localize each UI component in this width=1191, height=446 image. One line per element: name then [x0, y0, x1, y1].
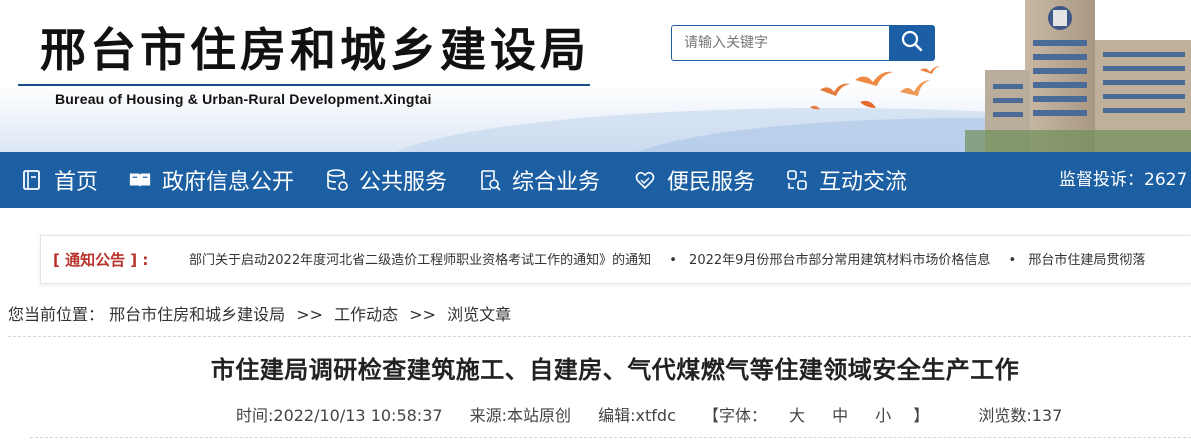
article-editor: 编辑:xtfdc	[598, 406, 676, 425]
font-size-control: 【字体： 大 中 小 】	[703, 406, 951, 425]
search-icon	[900, 29, 924, 57]
nav-label: 便民服务	[667, 170, 756, 195]
article-time: 时间:2022/10/13 10:58:37	[236, 406, 443, 425]
bullet-icon: •	[669, 253, 677, 268]
breadcrumb: 您当前位置： 邢台市住房和城乡建设局 >> 工作动态 >> 浏览文章	[8, 301, 511, 325]
notice-item-text: 2022年9月份邢台市部分常用建筑材料市场价格信息	[689, 253, 991, 268]
notice-marquee: 部门关于启动2022年度河北省二级造价工程师职业资格考试工作的通知》的通知 • …	[189, 236, 1159, 283]
search-button[interactable]	[889, 25, 935, 61]
building-illustration	[965, 0, 1191, 152]
notice-bar: [ 通知公告 ] : 部门关于启动2022年度河北省二级造价工程师职业资格考试工…	[40, 235, 1191, 284]
breadcrumb-link-news[interactable]: 工作动态	[334, 305, 398, 324]
nav-item-gov-info[interactable]: 政府信息公开	[128, 152, 294, 208]
nav-item-business[interactable]: 综合业务	[478, 152, 600, 208]
nav-label: 综合业务	[512, 170, 601, 195]
breadcrumb-link-home[interactable]: 邢台市住房和城乡建设局	[109, 305, 285, 324]
site-subtitle: Bureau of Housing & Urban-Rural Developm…	[55, 91, 432, 107]
complaint-hotline: 监督投诉：2627	[1059, 170, 1188, 190]
font-size-large-button[interactable]: 大	[789, 406, 805, 425]
title-underline	[18, 84, 590, 86]
article-source: 来源:本站原创	[469, 406, 572, 425]
font-size-suffix: 】	[913, 406, 930, 425]
nav-label: 首页	[54, 170, 99, 195]
divider	[8, 336, 1191, 337]
breadcrumb-current: 浏览文章	[447, 305, 512, 324]
notice-item-text: 邢台市住建局贯彻落	[1028, 253, 1146, 268]
font-size-small-button[interactable]: 小	[875, 406, 891, 425]
nav-label: 互动交流	[819, 170, 908, 195]
breadcrumb-prefix: 您当前位置：	[8, 305, 105, 324]
nav-label: 公共服务	[359, 170, 448, 195]
site-title[interactable]: 邢台市住房和城乡建设局	[40, 20, 590, 80]
notice-item[interactable]: 部门关于启动2022年度河北省二级造价工程师职业资格考试工作的通知》的通知	[189, 236, 652, 283]
breadcrumb-separator: >>	[409, 305, 437, 324]
nav-item-convenience[interactable]: 便民服务	[633, 152, 755, 208]
notice-item[interactable]: • 2022年9月份邢台市部分常用建筑材料市场价格信息	[669, 236, 991, 283]
notice-item[interactable]: • 邢台市住建局贯彻落	[1008, 236, 1146, 283]
divider	[30, 437, 1191, 438]
nav-item-public-service[interactable]: 公共服务	[325, 152, 447, 208]
nav-item-interaction[interactable]: 互动交流	[785, 152, 907, 208]
nav-item-home[interactable]: 首页	[20, 152, 98, 208]
search-input[interactable]	[672, 26, 890, 60]
font-size-prefix: 【字体：	[702, 406, 767, 425]
breadcrumb-separator: >>	[296, 305, 324, 324]
article-title: 市住建局调研检查建筑施工、自建房、气代煤燃气等住建领域安全生产工作	[210, 356, 1020, 384]
exchange-icon	[785, 168, 809, 192]
nav-label: 政府信息公开	[162, 170, 295, 195]
search-box	[671, 25, 891, 61]
article-meta: 时间:2022/10/13 10:58:37 来源:本站原创 编辑:xtfdc …	[236, 402, 1084, 426]
site-header: 邢台市住房和城乡建设局 Bureau of Housing & Urban-Ru…	[0, 0, 1191, 152]
bullet-icon: •	[1008, 253, 1017, 268]
notice-label: [ 通知公告 ] :	[53, 251, 149, 269]
database-icon	[325, 168, 349, 192]
main-nav: 首页 政府信息公开 公共服务 综合业务 便民服务 互动交流 监督投诉：2627	[0, 152, 1191, 208]
document-search-icon	[478, 168, 502, 192]
book-icon	[20, 168, 44, 192]
article-views: 浏览数:137	[978, 406, 1063, 425]
font-size-medium-button[interactable]: 中	[832, 406, 848, 425]
birds-decoration	[810, 66, 940, 110]
open-book-icon	[128, 168, 152, 192]
heart-hand-icon	[633, 168, 657, 192]
notice-item-text: 部门关于启动2022年度河北省二级造价工程师职业资格考试工作的通知》的通知	[189, 253, 652, 268]
